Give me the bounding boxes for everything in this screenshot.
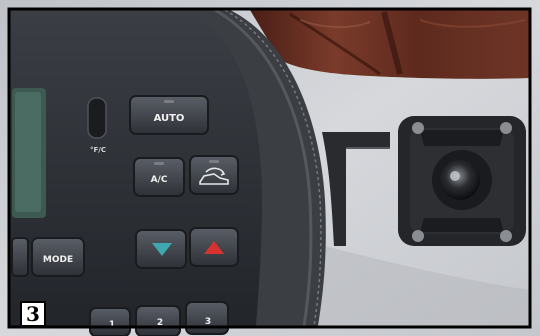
- figure-number-badge: 3: [20, 301, 46, 327]
- temp-unit-label: °F/C: [90, 146, 106, 154]
- temp-unit-button[interactable]: [87, 97, 107, 139]
- phone-mount-plate: [398, 116, 526, 246]
- mode-label: MODE: [43, 255, 73, 265]
- photo-frame: °F/C AUTO A/C MODE 1 2 3 3: [0, 0, 540, 336]
- ac-label: A/C: [151, 175, 168, 185]
- auto-label: AUTO: [154, 113, 185, 124]
- dashboard-photo: °F/C AUTO A/C MODE 1 2 3: [0, 0, 540, 336]
- side-button[interactable]: [11, 237, 29, 277]
- ball-joint-knob: [440, 160, 480, 200]
